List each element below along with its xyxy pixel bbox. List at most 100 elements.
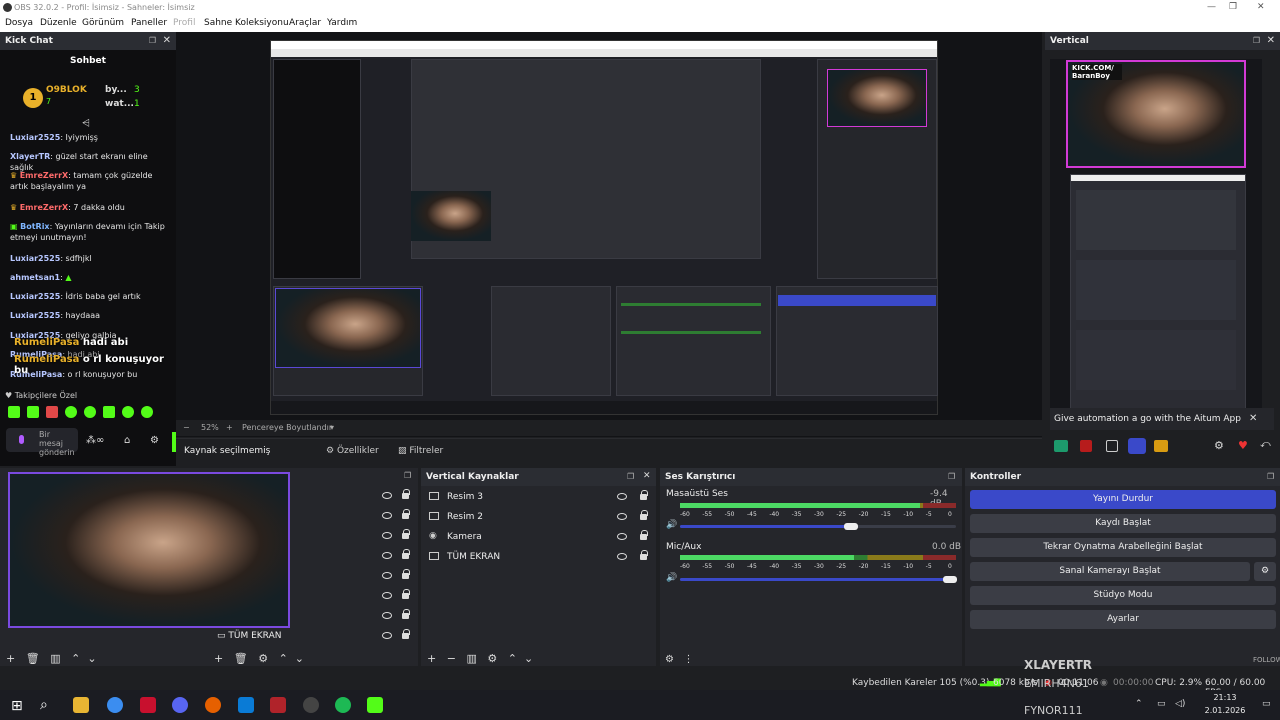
gear-icon[interactable]: ⚙ [258, 652, 268, 665]
firefox-icon[interactable] [205, 697, 221, 713]
chevron-down-icon[interactable]: ⌄ [524, 652, 533, 665]
settings-button[interactable]: Ayarlar [970, 610, 1276, 629]
maximize-button[interactable]: ❐ [1229, 2, 1237, 12]
properties-button[interactable]: ⚙ Özellikler [326, 446, 379, 456]
close-icon[interactable]: ✕ [643, 471, 651, 481]
lock-icon[interactable] [402, 589, 410, 599]
chevron-up-icon[interactable]: ⌃ [71, 652, 80, 665]
eye-icon[interactable] [382, 512, 392, 519]
gear-icon[interactable]: ⚙ [487, 652, 497, 665]
virtual-camera-settings-icon[interactable]: ⚙ [1254, 562, 1276, 581]
clock-time[interactable]: 21:13 [1205, 693, 1245, 702]
eye-icon[interactable] [617, 513, 627, 520]
source-row[interactable]: Resim 2 [421, 509, 656, 529]
shop-icon[interactable]: ⌂ [124, 435, 130, 446]
remove-icon[interactable]: 🗑 [26, 652, 40, 665]
eye-icon[interactable] [382, 592, 392, 599]
netflix-icon[interactable] [140, 697, 156, 713]
volume-icon[interactable]: 🔊 [666, 573, 677, 583]
zoom-in-button[interactable]: + [226, 423, 233, 432]
source-row[interactable]: Resim 3 [421, 489, 656, 509]
app-icon[interactable] [270, 697, 286, 713]
eye-icon[interactable] [382, 612, 392, 619]
float-icon[interactable]: ❐ [948, 472, 955, 481]
studio-mode-button[interactable]: Stüdyo Modu [970, 586, 1276, 605]
replay-icon[interactable] [1128, 438, 1146, 454]
stop-streaming-button[interactable]: Yayını Durdur [970, 490, 1276, 509]
eye-icon[interactable] [382, 572, 392, 579]
obs-icon[interactable] [303, 697, 319, 713]
filter-icon[interactable]: ▥ [466, 652, 476, 665]
emote-bar[interactable] [8, 406, 158, 420]
lock-icon[interactable] [640, 510, 648, 520]
eye-icon[interactable] [382, 632, 392, 639]
add-icon[interactable]: + [427, 652, 436, 665]
clock-date[interactable]: 2.01.2026 [1203, 706, 1247, 715]
volume-icon[interactable]: ◁) [1175, 699, 1185, 709]
discord-icon[interactable] [172, 697, 188, 713]
menu-edit[interactable]: Düzenle [40, 18, 77, 28]
lock-icon[interactable] [640, 490, 648, 500]
zoom-out-button[interactable]: − [183, 423, 190, 432]
heart-icon[interactable]: ♥ [1238, 439, 1248, 452]
lock-icon[interactable] [402, 569, 410, 579]
lock-icon[interactable] [402, 629, 410, 639]
eye-icon[interactable] [617, 493, 627, 500]
filters-button[interactable]: ▨ Filtreler [398, 446, 443, 456]
vertical-preview[interactable]: KICK.COM/ BaranBoy [1050, 59, 1262, 429]
settings-gear-icon[interactable]: ⚙ [1214, 439, 1224, 452]
lock-icon[interactable] [402, 549, 410, 559]
float-icon[interactable]: ❐ [404, 471, 411, 480]
eye-icon[interactable] [617, 533, 627, 540]
lock-icon[interactable] [402, 529, 410, 539]
settings-gear-icon[interactable]: ⚙ [150, 435, 159, 446]
minimize-button[interactable]: — [1207, 2, 1216, 12]
lock-icon[interactable] [402, 609, 410, 619]
menu-file[interactable]: Dosya [5, 18, 33, 28]
edge-icon[interactable] [238, 697, 254, 713]
add-icon[interactable]: + [214, 652, 223, 665]
pause-icon[interactable] [1106, 440, 1118, 452]
volume-icon[interactable]: 🔊 [666, 520, 677, 530]
start-replay-buffer-button[interactable]: Tekrar Oynatma Arabelleğini Başlat [970, 538, 1276, 557]
remove-icon[interactable]: − [447, 652, 456, 665]
start-recording-button[interactable]: Kaydı Başlat [970, 514, 1276, 533]
chevron-up-icon[interactable]: ⌃ [279, 652, 288, 665]
source-row[interactable]: TÜM EKRAN [421, 549, 656, 569]
source-row[interactable]: ◉ Kamera [421, 529, 656, 549]
float-icon[interactable]: ❐ [1267, 472, 1274, 481]
close-banner-icon[interactable]: ✕ [1249, 413, 1257, 424]
volume-knob[interactable] [844, 523, 859, 530]
float-icon[interactable]: ❐ [149, 36, 156, 45]
search-icon[interactable]: ⌕ [40, 697, 48, 713]
tray-chevron-icon[interactable]: ⌃ [1135, 699, 1143, 709]
menu-dots-icon[interactable]: ⋮ [684, 654, 694, 665]
chevron-down-icon[interactable]: ⌄ [295, 652, 304, 665]
advanced-audio-icon[interactable]: ⚙ [665, 654, 674, 665]
close-dock-icon[interactable]: ✕ [1267, 35, 1275, 46]
eye-icon[interactable] [382, 552, 392, 559]
notification-icon[interactable]: ▭ [1262, 699, 1271, 709]
lock-icon[interactable] [402, 509, 410, 519]
stream-icon[interactable] [1054, 440, 1068, 452]
add-icon[interactable]: + [6, 652, 15, 665]
explorer-icon[interactable] [73, 697, 89, 713]
lock-icon[interactable] [402, 489, 410, 499]
community-icon[interactable]: ⁂∞ [86, 435, 104, 446]
start-icon[interactable]: ⊞ [11, 698, 23, 714]
menu-tools[interactable]: Araçlar [289, 18, 321, 28]
fit-to-window[interactable]: Pencereye Boyutlandır [242, 423, 332, 432]
expand-icon[interactable]: ⩤ [82, 118, 90, 129]
share-icon[interactable]: ⤺ [1260, 439, 1271, 450]
filter-icon[interactable]: ▥ [50, 652, 60, 665]
lock-icon[interactable] [640, 530, 648, 540]
eye-icon[interactable] [382, 492, 392, 499]
chrome-icon[interactable] [107, 697, 123, 713]
virtualcam-icon[interactable] [1154, 440, 1168, 452]
chat-input[interactable]: Bir mesaj gönderin [6, 428, 78, 457]
mic-icon[interactable] [19, 435, 24, 444]
menu-profile[interactable]: Profil [173, 18, 195, 28]
start-virtual-camera-button[interactable]: Sanal Kamerayı Başlat [970, 562, 1250, 581]
menu-docks[interactable]: Paneller [131, 18, 167, 28]
chevron-down-icon[interactable]: ⌄ [87, 652, 96, 665]
